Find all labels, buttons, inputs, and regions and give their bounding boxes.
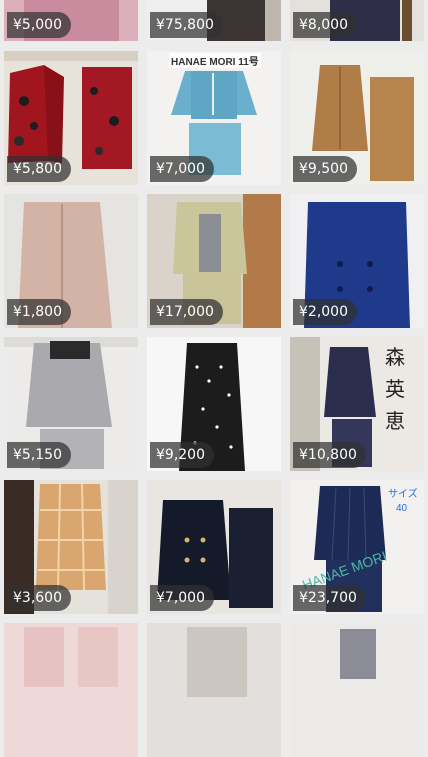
size-value: 40 [396, 503, 408, 514]
white-outfit-photo [147, 623, 281, 757]
kanji-char-1: 森 [385, 345, 405, 369]
pink-suit-photo [4, 623, 138, 757]
price-badge: ¥1,800 [7, 299, 71, 325]
listing-tile[interactable]: ¥5,000 [4, 0, 138, 41]
price-badge: ¥7,000 [150, 585, 214, 611]
price-badge: ¥5,800 [7, 156, 71, 182]
grey-suit-photo [290, 623, 424, 757]
kanji-char-3: 恵 [385, 409, 405, 433]
price-badge: ¥17,000 [150, 299, 223, 325]
listing-tile[interactable]: ¥1,800 [4, 194, 138, 328]
price-badge: ¥5,150 [7, 442, 71, 468]
price-badge: ¥7,000 [150, 156, 214, 182]
listing-tile[interactable] [290, 623, 424, 757]
listing-grid: ¥5,000 ¥75,800 ¥8,000 ¥5,800 HANAE MORI … [0, 0, 428, 757]
price-badge: ¥75,800 [150, 12, 223, 38]
listing-tile[interactable]: ¥7,000 [147, 480, 281, 614]
listing-tile[interactable] [147, 623, 281, 757]
listing-tile[interactable]: ¥2,000 [290, 194, 424, 328]
kanji-char-2: 英 [385, 377, 405, 401]
price-badge: ¥23,700 [293, 585, 366, 611]
tile-brand-text: HANAE MORI 11号 [169, 53, 261, 68]
listing-tile[interactable]: ¥75,800 [147, 0, 281, 41]
price-badge: ¥9,200 [150, 442, 214, 468]
listing-tile[interactable]: ¥9,200 [147, 337, 281, 471]
listing-tile[interactable]: ¥9,500 [290, 51, 424, 185]
listing-tile[interactable]: 森 英 恵 ¥10,800 [290, 337, 424, 471]
listing-tile[interactable]: HANAE MORI 11号 ¥7,000 [147, 51, 281, 185]
listing-tile[interactable]: ¥17,000 [147, 194, 281, 328]
listing-tile[interactable]: ¥3,600 [4, 480, 138, 614]
price-badge: ¥5,000 [7, 12, 71, 38]
listing-tile[interactable]: サイズ 40 HANAE MORI ¥23,700 [290, 480, 424, 614]
price-badge: ¥10,800 [293, 442, 366, 468]
listing-tile[interactable]: ¥5,800 [4, 51, 138, 185]
listing-tile[interactable]: ¥5,150 [4, 337, 138, 471]
price-badge: ¥8,000 [293, 12, 357, 38]
size-label: サイズ [388, 489, 418, 500]
price-badge: ¥9,500 [293, 156, 357, 182]
price-badge: ¥2,000 [293, 299, 357, 325]
price-badge: ¥3,600 [7, 585, 71, 611]
listing-tile[interactable]: ¥8,000 [290, 0, 424, 41]
listing-tile[interactable] [4, 623, 138, 757]
